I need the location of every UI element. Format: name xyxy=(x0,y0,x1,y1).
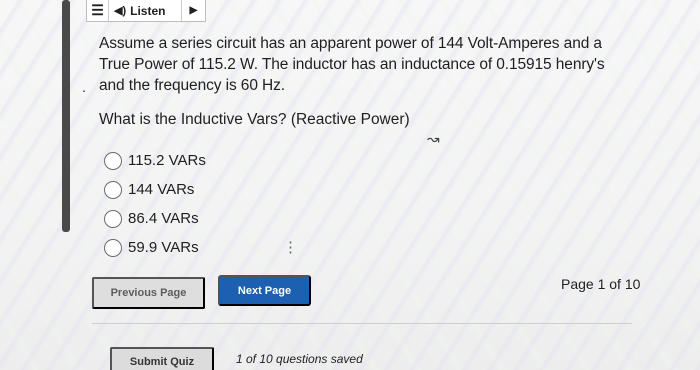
vertical-dots-icon: ⋮ xyxy=(283,239,298,256)
question-prompt: What is the Inductive Vars? (Reactive Po… xyxy=(99,111,410,128)
page-indicator: Page 1 of 10 xyxy=(561,276,641,292)
left-scroll-bar xyxy=(62,0,70,232)
radio-button[interactable] xyxy=(104,151,122,170)
radio-button[interactable] xyxy=(104,209,122,228)
bullet-dot: . xyxy=(82,79,86,95)
mouse-cursor-icon: ↝ xyxy=(427,131,440,148)
saved-status: 1 of 10 questions saved xyxy=(236,352,363,366)
answer-option-label: 115.2 VARs xyxy=(128,152,206,169)
answer-option-label: 144 VARs xyxy=(128,181,195,198)
listen-label[interactable]: Listen xyxy=(130,4,165,18)
answer-option[interactable]: 144 VARs xyxy=(104,175,206,204)
answer-option[interactable]: 115.2 VARs xyxy=(104,146,206,175)
previous-page-button[interactable]: Previous Page xyxy=(92,277,205,309)
listen-toolbar[interactable]: ☰ ◀) Listen ▶ xyxy=(86,0,206,22)
next-page-button[interactable]: Next Page xyxy=(218,275,311,306)
question-text: Assume a series circuit has an apparent … xyxy=(99,35,605,94)
hamburger-menu-icon[interactable]: ☰ xyxy=(87,0,109,21)
answer-options: 115.2 VARs 144 VARs 86.4 VARs 59.9 VARs xyxy=(104,146,206,262)
answer-option-label: 86.4 VARs xyxy=(128,210,199,227)
answer-option[interactable]: 86.4 VARs xyxy=(104,204,206,233)
radio-button[interactable] xyxy=(104,180,122,199)
radio-button[interactable] xyxy=(104,238,122,257)
submit-quiz-button[interactable]: Submit Quiz xyxy=(110,347,214,370)
speaker-icon: ◀) xyxy=(114,5,127,17)
answer-option[interactable]: 59.9 VARs xyxy=(104,233,206,262)
play-icon[interactable]: ▶ xyxy=(181,0,205,21)
divider xyxy=(92,323,632,324)
answer-option-label: 59.9 VARs xyxy=(128,239,199,256)
